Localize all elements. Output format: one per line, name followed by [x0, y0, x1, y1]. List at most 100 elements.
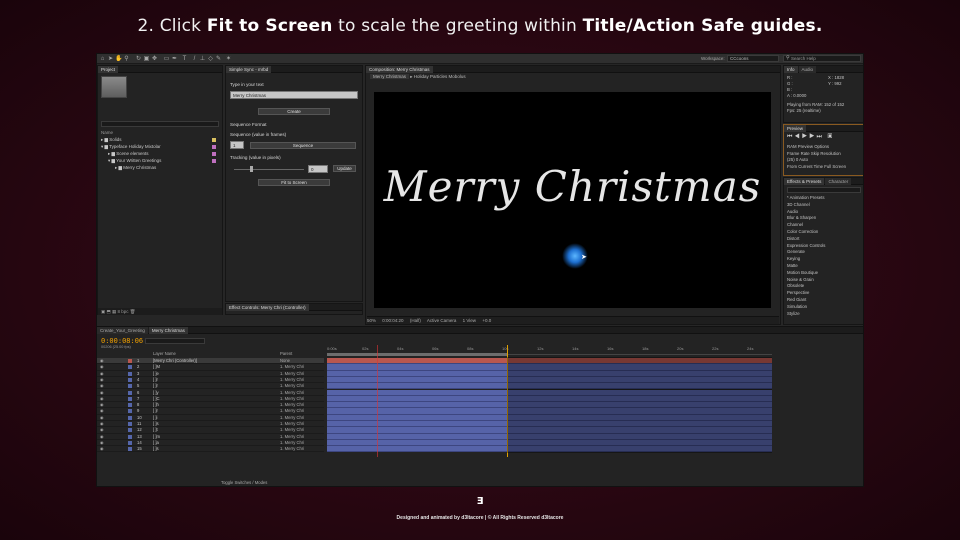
- effects-category-item[interactable]: Matte: [787, 263, 798, 269]
- timeline-layer-row[interactable]: ◉ 15 [ ]s 1. Merry Chri: [97, 446, 324, 453]
- layer-name[interactable]: [ ]s: [153, 421, 159, 427]
- label-color-swatch[interactable]: [128, 440, 132, 445]
- composition-viewer[interactable]: Merry Christmas ➤: [374, 92, 771, 308]
- tab-merry-christmas-timeline[interactable]: Merry Christmas: [148, 327, 188, 334]
- create-button[interactable]: Create: [258, 108, 330, 115]
- parent-select[interactable]: None: [280, 358, 290, 364]
- preview-settings-values[interactable]: (25) 0 Auto: [787, 157, 808, 163]
- layer-name[interactable]: [ ]e: [153, 371, 159, 377]
- layer-name[interactable]: [ ]t: [153, 427, 158, 433]
- layer-name[interactable]: [ ]m: [153, 434, 160, 440]
- parent-select[interactable]: 1. Merry Chri: [280, 383, 304, 389]
- label-color-swatch[interactable]: [128, 396, 132, 401]
- visibility-eye-icon[interactable]: ◉: [100, 396, 104, 402]
- brush-tool-icon[interactable]: /: [191, 56, 198, 62]
- label-color-swatch[interactable]: [128, 371, 132, 376]
- project-search-input[interactable]: [101, 121, 219, 127]
- home-icon[interactable]: ⌂: [99, 56, 106, 62]
- preview-options[interactable]: From Current Time Full Screen: [787, 164, 846, 170]
- comp-subtab-merry-christmas[interactable]: Merry Christmas: [370, 74, 410, 79]
- sequence-frames-input[interactable]: 1: [230, 141, 244, 149]
- label-color-swatch[interactable]: [128, 428, 132, 433]
- effects-category-item[interactable]: Audio: [787, 209, 798, 215]
- label-color-swatch[interactable]: [128, 403, 132, 408]
- visibility-eye-icon[interactable]: ◉: [100, 390, 104, 396]
- layer-name[interactable]: [ ]h: [153, 402, 159, 408]
- sequence-button[interactable]: Sequence: [250, 142, 356, 149]
- layer-name[interactable]: [Merry Chri (Controller)]: [153, 358, 197, 364]
- label-color-swatch[interactable]: [128, 384, 132, 389]
- visibility-eye-icon[interactable]: ◉: [100, 415, 104, 421]
- visibility-eye-icon[interactable]: ◉: [100, 383, 104, 389]
- parent-select[interactable]: 1. Merry Chri: [280, 427, 304, 433]
- visibility-eye-icon[interactable]: ◉: [100, 408, 104, 414]
- effects-category-item[interactable]: 3D Channel: [787, 202, 810, 208]
- zoom-tool-icon[interactable]: ⚲: [123, 56, 130, 62]
- effects-category-item[interactable]: Distort: [787, 236, 799, 242]
- search-help-input[interactable]: Search Help: [783, 55, 861, 62]
- camera-select[interactable]: Active Camera: [427, 318, 457, 323]
- layer-name[interactable]: [ ]y: [153, 390, 159, 396]
- playback-controls[interactable]: ⏮◀▶▶⏭ ▣: [787, 134, 834, 141]
- parent-select[interactable]: 1. Merry Chri: [280, 402, 304, 408]
- parent-select[interactable]: 1. Merry Chri: [280, 390, 304, 396]
- visibility-eye-icon[interactable]: ◉: [100, 434, 104, 440]
- ram-preview-options[interactable]: RAM Preview Options: [787, 144, 829, 150]
- exposure-value[interactable]: +0.0: [482, 318, 491, 323]
- visibility-eye-icon[interactable]: ◉: [100, 377, 104, 383]
- label-color-swatch[interactable]: [128, 390, 132, 395]
- tracking-slider-handle[interactable]: [250, 166, 253, 172]
- eraser-tool-icon[interactable]: ◇: [207, 56, 214, 62]
- label-color-swatch[interactable]: [128, 377, 132, 382]
- project-item-greetings[interactable]: ▾ ▆ Your Written Greetings: [108, 158, 161, 164]
- effects-search-input[interactable]: [787, 187, 861, 193]
- roto-tool-icon[interactable]: ✎: [215, 56, 222, 62]
- effects-category-item[interactable]: Keying: [787, 256, 800, 262]
- effects-category-item[interactable]: * Animation Presets: [787, 195, 825, 201]
- fit-to-screen-button[interactable]: Fit to Screen: [258, 179, 330, 186]
- puppet-tool-icon[interactable]: ✶: [225, 56, 232, 62]
- clone-tool-icon[interactable]: ⊥: [199, 56, 206, 62]
- resolution-select[interactable]: (Half): [410, 318, 421, 323]
- visibility-eye-icon[interactable]: ◉: [100, 446, 104, 452]
- parent-select[interactable]: 1. Merry Chri: [280, 364, 304, 370]
- comp-subtab-holiday[interactable]: Holiday Particles Mobolus: [414, 74, 466, 79]
- visibility-eye-icon[interactable]: ◉: [100, 402, 104, 408]
- visibility-eye-icon[interactable]: ◉: [100, 421, 104, 427]
- timeline-search-input[interactable]: [145, 338, 205, 344]
- project-item-merry-christmas[interactable]: ▸ ▆ Merry Christmas: [115, 165, 156, 171]
- pan-behind-tool-icon[interactable]: ✥: [151, 56, 158, 62]
- label-color-swatch[interactable]: [128, 409, 132, 414]
- current-time[interactable]: 0:00:04:20: [382, 318, 403, 323]
- parent-select[interactable]: 1. Merry Chri: [280, 446, 304, 452]
- effects-category-item[interactable]: Color Correction: [787, 229, 818, 235]
- layer-name[interactable]: [ ]M: [153, 364, 160, 370]
- update-button[interactable]: Update: [333, 165, 356, 172]
- tab-effects-presets[interactable]: Effects & Presets: [784, 178, 825, 185]
- effects-category-item[interactable]: Perspective: [787, 290, 809, 296]
- camera-tool-icon[interactable]: ▣: [143, 56, 150, 62]
- effects-category-item[interactable]: Red Giant: [787, 297, 806, 303]
- tab-create-greeting[interactable]: Create_Your_Greeting: [97, 327, 148, 334]
- workspace-select[interactable]: CCcoons: [727, 55, 779, 62]
- tab-composition[interactable]: Composition: Merry Christmas: [366, 66, 433, 73]
- tab-script[interactable]: Simple Sync - mrbd: [226, 66, 272, 73]
- visibility-eye-icon[interactable]: ◉: [100, 358, 104, 364]
- parent-select[interactable]: 1. Merry Chri: [280, 396, 304, 402]
- selection-tool-icon[interactable]: ➤: [107, 56, 114, 62]
- layer-name[interactable]: [ ]r: [153, 383, 158, 389]
- effects-category-item[interactable]: Simulation: [787, 304, 807, 310]
- tracking-slider-track[interactable]: [234, 169, 304, 170]
- parent-select[interactable]: 1. Merry Chri: [280, 440, 304, 446]
- tab-project[interactable]: Project: [98, 66, 119, 73]
- effects-category-item[interactable]: Stylize: [787, 311, 800, 317]
- toggle-switches-modes[interactable]: Toggle Switches / Modes: [221, 480, 267, 485]
- rectangle-tool-icon[interactable]: ▭: [163, 56, 170, 62]
- effects-category-item[interactable]: Obsolete: [787, 283, 804, 289]
- parent-select[interactable]: 1. Merry Chri: [280, 434, 304, 440]
- visibility-eye-icon[interactable]: ◉: [100, 371, 104, 377]
- effects-category-item[interactable]: Generate: [787, 249, 805, 255]
- current-timecode[interactable]: 0:00:08:06: [101, 337, 143, 345]
- project-item-solids[interactable]: ▸ ▆ Solids: [101, 137, 122, 143]
- layer-name[interactable]: [ ]s: [153, 446, 159, 452]
